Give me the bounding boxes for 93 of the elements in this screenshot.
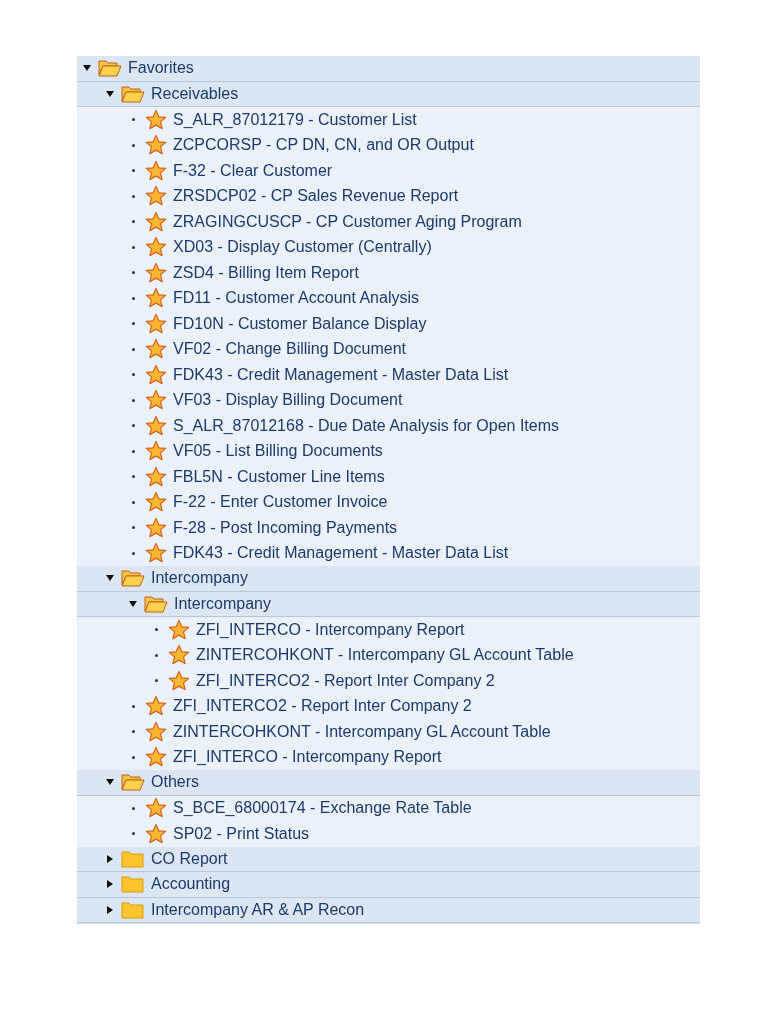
bullet-icon [132,118,135,122]
transaction-label[interactable]: FDK43 - Credit Management - Master Data List [171,542,511,565]
bullet-icon [132,475,135,479]
transaction-label[interactable]: FDK43 - Credit Management - Master Data List [171,363,511,386]
transaction-label[interactable]: ZRSDCP02 - CP Sales Revenue Report [171,185,461,208]
transaction-label[interactable]: FD11 - Customer Account Analysis [171,287,422,310]
bullet-icon [132,449,135,453]
folder-label[interactable]: Accounting [149,873,233,896]
bullet-icon [132,424,135,428]
folder-label[interactable]: Intercompany [172,592,273,615]
star-icon [145,822,167,845]
folder-label[interactable]: CO Report [149,847,230,870]
bullet-icon [155,628,158,632]
transaction-label[interactable]: ZINTERCOHKONT - Intercompany GL Account Table [171,720,553,743]
bullet-icon [132,526,135,530]
bullet-icon [132,551,135,555]
bullet-icon [132,143,135,147]
transaction-label[interactable]: ZCPCORSP - CP DN, CN, and OR Output [171,134,476,157]
bullet-icon [132,755,135,759]
bullet-icon [132,704,135,708]
star-icon [145,440,167,463]
star-icon [145,542,167,565]
open-folder-icon [98,59,122,78]
transaction-label[interactable]: FD10N - Customer Balance Display [171,312,429,335]
open-folder-icon [121,773,145,792]
star-icon [145,389,167,412]
bullet-icon [132,245,135,249]
star-icon [145,159,167,182]
star-icon [145,516,167,539]
bullet-icon [132,296,135,300]
folder-icon [121,900,145,919]
bullet-icon [132,832,135,836]
transaction-label[interactable]: ZFI_INTERCO - Intercompany Report [194,618,467,641]
folder-icon [121,875,145,894]
bullet-icon [132,220,135,224]
bullet-icon [155,653,158,657]
transaction-label[interactable]: ZSD4 - Billing Item Report [171,261,361,284]
folder-label[interactable]: Intercompany [149,567,250,590]
bullet-icon [132,169,135,173]
star-icon [145,491,167,514]
transaction-label[interactable]: ZFI_INTERCO - Intercompany Report [171,746,444,769]
transaction-label[interactable]: SP02 - Print Status [171,822,312,845]
transaction-label[interactable]: FBL5N - Customer Line Items [171,465,387,488]
transaction-label[interactable]: XD03 - Display Customer (Centrally) [171,236,434,259]
star-icon [145,746,167,769]
star-icon [145,287,167,310]
star-icon [145,108,167,131]
open-folder-icon [121,569,145,588]
star-icon [145,210,167,233]
folder-label[interactable]: Favorites [126,57,196,80]
folder-label[interactable]: Others [149,771,201,794]
folder-icon [121,849,145,868]
transaction-label[interactable]: ZRAGINGCUSCP - CP Customer Aging Program [171,210,524,233]
star-icon [145,465,167,488]
open-folder-icon [144,594,168,613]
folder-label[interactable]: Receivables [149,82,241,105]
transaction-label[interactable]: S_BCE_68000174 - Exchange Rate Table [171,797,474,820]
open-folder-icon [121,84,145,103]
star-icon [145,414,167,437]
transaction-label[interactable]: F-32 - Clear Customer [171,159,335,182]
bullet-icon [132,730,135,734]
star-icon [168,644,190,667]
transaction-label[interactable]: VF03 - Display Billing Document [171,389,405,412]
transaction-label[interactable]: ZFI_INTERCO2 - Report Inter Company 2 [194,669,497,692]
star-icon [145,338,167,361]
bullet-icon [132,322,135,326]
bullet-icon [132,271,135,275]
transaction-label[interactable]: VF02 - Change Billing Document [171,338,408,361]
bullet-icon [155,679,158,683]
star-icon [145,261,167,284]
star-icon [145,236,167,259]
bullet-icon [132,194,135,198]
bullet-icon [132,398,135,402]
star-icon [145,312,167,335]
star-icon [145,363,167,386]
star-icon [145,797,167,820]
star-icon [145,720,167,743]
transaction-label[interactable]: VF05 - List Billing Documents [171,440,385,463]
transaction-label[interactable]: S_ALR_87012168 - Due Date Analysis for Open Items [171,414,561,437]
bullet-icon [132,347,135,351]
bullet-icon [132,373,135,377]
bullet-icon [132,500,135,504]
star-icon [168,669,190,692]
star-icon [145,134,167,157]
transaction-label[interactable]: F-28 - Post Incoming Payments [171,516,400,539]
star-icon [145,185,167,208]
transaction-label[interactable]: ZFI_INTERCO2 - Report Inter Company 2 [171,695,474,718]
star-icon [145,695,167,718]
star-icon [168,618,190,641]
transaction-label[interactable]: F-22 - Enter Customer Invoice [171,491,390,514]
transaction-label[interactable]: S_ALR_87012179 - Customer List [171,108,419,131]
bullet-icon [132,806,135,810]
transaction-label[interactable]: ZINTERCOHKONT - Intercompany GL Account Table [194,644,576,667]
